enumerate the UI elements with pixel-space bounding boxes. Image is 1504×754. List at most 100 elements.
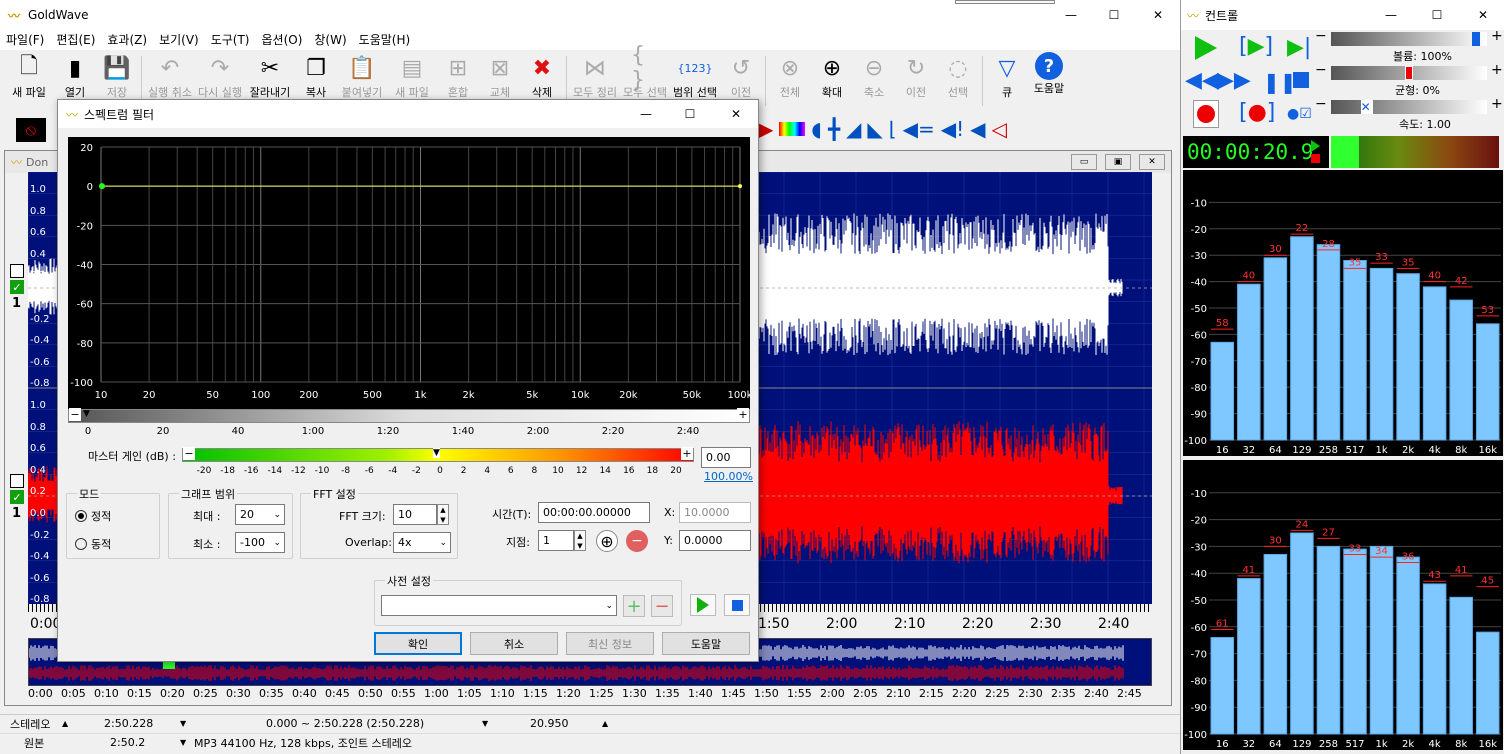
point-spinner[interactable]: ▲ ▼ [574, 530, 586, 551]
volume-plus-icon[interactable]: + [1491, 28, 1503, 44]
dialog-close-button[interactable]: ✕ [714, 100, 758, 128]
status-channels[interactable]: 스테레오 [10, 716, 50, 732]
toolbar-button-22[interactable]: ? 도움말 [1028, 52, 1070, 96]
speed-minus-icon[interactable]: − [1315, 96, 1327, 112]
toolbar-button-10[interactable]: ⊠ 교체 [479, 52, 521, 100]
menu-item-2[interactable]: 효과(Z) [101, 31, 153, 48]
menu-item-6[interactable]: 창(W) [308, 31, 352, 48]
preset-remove-button[interactable]: − [651, 595, 673, 617]
toolbar-button-12[interactable]: ⋈ 모두 정리 [570, 52, 620, 100]
record-selection-button[interactable]: [●] [1239, 100, 1275, 128]
control-maximize-button[interactable]: ☐ [1417, 0, 1457, 30]
doc-restore-button[interactable]: ▣ [1105, 154, 1131, 170]
toolbar-button-0[interactable]: 🗋 새 파일 [4, 52, 54, 100]
toolbar-button-11[interactable]: ✖ 삭제 [521, 52, 563, 100]
doc-minimize-button[interactable]: ▭ [1071, 154, 1097, 170]
mode-dynamic-radio[interactable]: 동적 [75, 536, 111, 552]
rewind-button[interactable]: ◀◀ [1185, 68, 1219, 93]
compress-icon[interactable]: ◁ [992, 117, 1007, 141]
mode-static-radio[interactable]: 정적 [75, 508, 111, 524]
play-selection-button[interactable]: [▶] [1239, 34, 1273, 62]
max-volume-icon[interactable]: ◀! [941, 117, 964, 141]
graph-max-select[interactable]: 20 ⌄ [235, 504, 285, 525]
equalizer-icon[interactable] [779, 122, 806, 136]
spectrum-icon[interactable]: ▶ [758, 117, 773, 141]
toolbar-button-14[interactable]: {123} 범위 선택 [670, 52, 720, 100]
time-slider-plus-icon[interactable]: + [737, 408, 749, 421]
toolbar-button-21[interactable]: ▽ 큐 [986, 52, 1028, 100]
menu-item-4[interactable]: 도구(T) [205, 31, 256, 48]
point-input[interactable]: 1 [538, 530, 574, 551]
fast-forward-button[interactable]: ▶▶ [1217, 68, 1251, 93]
latest-button[interactable]: 최신 정보 [566, 632, 654, 655]
balance-slider[interactable] [1331, 66, 1487, 80]
pause-button[interactable]: ❚❚ [1263, 70, 1297, 94]
toolbar-button-2[interactable]: 💾 저장 [96, 52, 138, 100]
left-channel-check[interactable]: ✓ [10, 280, 24, 294]
toolbar-button-8[interactable]: ▤ 새 파일 [387, 52, 437, 100]
dialog-help-button[interactable]: 도움말 [662, 632, 750, 655]
volume-shape-icon[interactable]: ╋ [828, 117, 840, 141]
toolbar-button-7[interactable]: 📋 붙여넣기 [337, 52, 387, 100]
maximize-button[interactable]: ☐ [1094, 0, 1134, 30]
record-new-button[interactable] [1193, 100, 1219, 128]
auto-gain-icon[interactable]: ◀ [970, 117, 985, 141]
spectrum-plot[interactable]: 20 0 -20 -40 -60 -80 -100 10 20 50 100 200 500 1k 2k 5k… [68, 137, 753, 409]
fft-size-input[interactable]: 10 [393, 504, 437, 525]
time-slider-thumb-icon[interactable]: ▼ [83, 409, 90, 419]
match-volume-icon[interactable]: ◀= [903, 117, 935, 141]
balance-thumb-icon[interactable] [1405, 66, 1413, 80]
control-minimize-button[interactable]: — [1371, 0, 1411, 30]
time-slider-minus-icon[interactable]: − [69, 408, 81, 421]
y-input[interactable]: 0.0000 [679, 530, 751, 551]
x-input[interactable]: 10.0000 [679, 502, 751, 523]
master-gain-slider[interactable]: − ▼ + [182, 447, 694, 462]
right-channel-toggle[interactable] [10, 474, 24, 488]
toolbar-button-15[interactable]: ↺ 이전 [720, 52, 762, 100]
menu-item-1[interactable]: 편집(E) [50, 31, 101, 48]
cancel-button[interactable]: 취소 [470, 632, 558, 655]
mark-icon[interactable]: ⌊ [889, 117, 897, 141]
remove-point-button[interactable]: − [626, 530, 648, 552]
effects-icons[interactable]: ▶ ◖ ╋ ◢ ◣ ⌊ ◀= ◀! ◀ ◁ [758, 114, 1178, 144]
toolbar-button-19[interactable]: ↻ 이전 [895, 52, 937, 100]
gain-minus-icon[interactable]: − [183, 447, 195, 460]
toolbar-button-5[interactable]: ✂ 잘라내기 [245, 52, 295, 100]
fft-size-spinner[interactable]: ▲ ▼ [437, 504, 449, 525]
fade-in-icon[interactable]: ◢ [846, 117, 861, 141]
volume-thumb-icon[interactable] [1471, 32, 1480, 46]
toolbar-button-18[interactable]: ⊖ 축소 [853, 52, 895, 100]
volume-slider[interactable] [1331, 32, 1487, 46]
left-channel-toggle[interactable] [10, 264, 24, 278]
stop-button[interactable] [1293, 72, 1309, 88]
right-channel-check[interactable]: ✓ [10, 490, 24, 504]
menu-item-0[interactable]: 파일(F) [0, 31, 50, 48]
toolbar-button-13[interactable]: { } 모두 선택 [620, 43, 670, 100]
toolbar-button-9[interactable]: ⊞ 혼합 [437, 52, 479, 100]
menu-item-3[interactable]: 보기(V) [153, 31, 205, 48]
toolbar-button-17[interactable]: ⊕ 확대 [811, 52, 853, 100]
minimize-button[interactable]: — [1048, 0, 1094, 30]
volume-icon[interactable]: ◖ [811, 117, 822, 141]
play-preview-button[interactable] [690, 594, 716, 616]
toolbar-button-6[interactable]: ❐ 복사 [295, 52, 337, 100]
speed-thumb-icon[interactable]: ✕ [1360, 100, 1373, 114]
overlap-select[interactable]: 4x ⌄ [393, 532, 451, 553]
add-point-button[interactable]: ⊕ [596, 530, 618, 552]
fade-out-icon[interactable]: ◣ [867, 117, 882, 141]
toolbar-button-1[interactable]: ▮ 열기 [54, 52, 96, 100]
balance-minus-icon[interactable]: − [1315, 62, 1327, 78]
gain-value-field[interactable]: 0.00 [701, 447, 751, 468]
volume-minus-icon[interactable]: − [1315, 28, 1327, 44]
time-input[interactable]: 00:00:00.00000 [538, 502, 650, 523]
stop-preview-button[interactable] [724, 594, 750, 616]
speed-slider[interactable]: ✕ [1331, 100, 1487, 114]
toolbar-button-3[interactable]: ↶ 실행 취소 [145, 52, 195, 100]
stop-record-icon[interactable]: ⦸ [16, 118, 46, 142]
graph-min-select[interactable]: -100 ⌄ [235, 532, 285, 553]
toolbar-button-20[interactable]: ◌ 선택 [937, 52, 979, 100]
dialog-maximize-button[interactable]: ☐ [670, 100, 710, 128]
preset-select[interactable]: ⌄ [381, 595, 617, 616]
gain-percent-link[interactable]: 100.00% [704, 470, 753, 483]
play-to-end-button[interactable]: ▶| [1287, 36, 1311, 60]
